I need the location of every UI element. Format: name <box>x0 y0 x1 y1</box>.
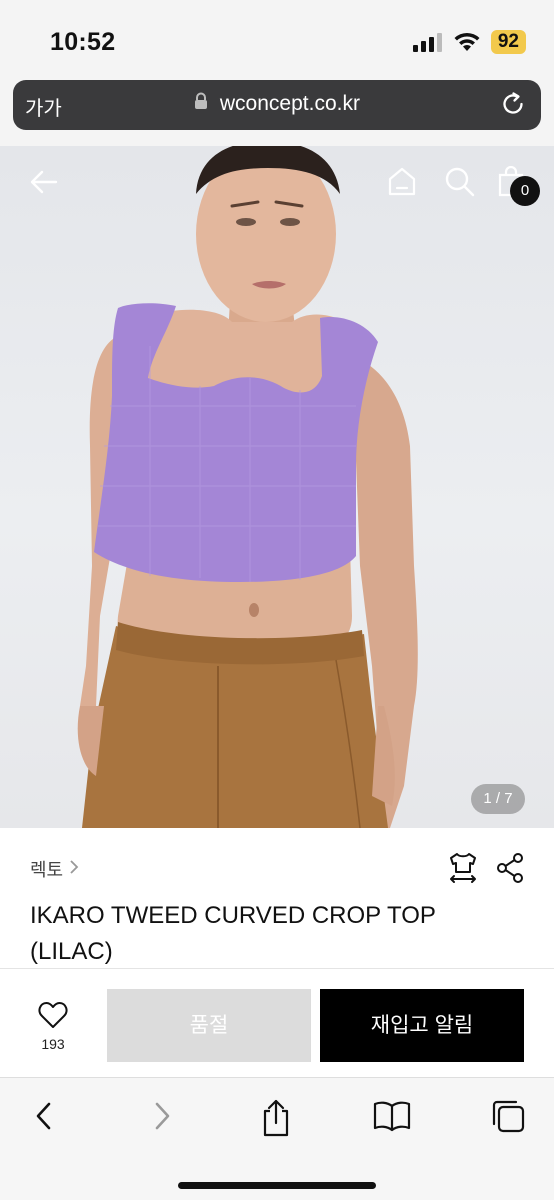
reload-icon[interactable] <box>499 90 527 123</box>
like-count: 193 <box>41 1036 65 1052</box>
search-icon[interactable] <box>444 166 476 203</box>
product-title-line1: IKARO TWEED CURVED CROP TOP <box>30 902 436 929</box>
battery-indicator: 92 <box>490 30 526 54</box>
product-image-gallery[interactable]: 0 1 / 7 <box>0 146 554 828</box>
browser-url-area: 가가 wconcept.co.kr <box>0 80 554 146</box>
home-indicator <box>178 1182 376 1189</box>
url-display[interactable]: wconcept.co.kr <box>13 92 541 116</box>
status-time: 10:52 <box>50 28 116 56</box>
url-text: wconcept.co.kr <box>219 92 360 116</box>
product-info: 렉토 IKARO TWEED CURVED CROP TOP (LILAC) <box>0 828 554 968</box>
heart-icon <box>38 1002 68 1028</box>
product-header-nav: 0 <box>0 146 554 216</box>
cart-count-badge[interactable]: 0 <box>510 176 540 206</box>
browser-forward-icon[interactable] <box>148 1098 176 1139</box>
status-icons: 92 <box>412 30 526 54</box>
back-arrow-icon[interactable] <box>28 166 60 203</box>
product-title-line2: (LILAC) <box>30 938 113 965</box>
restock-alert-button[interactable]: 재입고 알림 <box>320 989 524 1062</box>
home-icon[interactable] <box>386 166 418 203</box>
brand-link[interactable]: 렉토 <box>30 856 79 882</box>
status-bar: 10:52 92 <box>0 0 554 80</box>
like-button[interactable]: 193 <box>22 1001 84 1052</box>
lock-icon <box>194 92 208 116</box>
address-bar[interactable]: 가가 wconcept.co.kr <box>13 80 541 130</box>
sold-out-button[interactable]: 품절 <box>107 989 311 1062</box>
brand-name: 렉토 <box>30 860 64 880</box>
bookmarks-icon[interactable] <box>372 1098 412 1139</box>
browser-back-icon[interactable] <box>30 1098 58 1139</box>
share-sheet-icon[interactable] <box>260 1098 292 1143</box>
browser-toolbar <box>0 1077 554 1200</box>
cellular-signal-icon <box>412 33 442 52</box>
purchase-action-bar: 193 품절 재입고 알림 <box>0 969 554 1077</box>
tabs-icon[interactable] <box>490 1098 526 1139</box>
product-title: IKARO TWEED CURVED CROP TOP (LILAC) <box>30 898 500 970</box>
image-page-indicator: 1 / 7 <box>471 784 525 814</box>
product-photo <box>77 146 418 828</box>
product-actions <box>448 852 524 889</box>
share-icon[interactable] <box>496 853 524 888</box>
chevron-right-icon <box>69 858 79 881</box>
size-guide-icon[interactable] <box>448 852 478 889</box>
wifi-icon <box>454 32 480 51</box>
